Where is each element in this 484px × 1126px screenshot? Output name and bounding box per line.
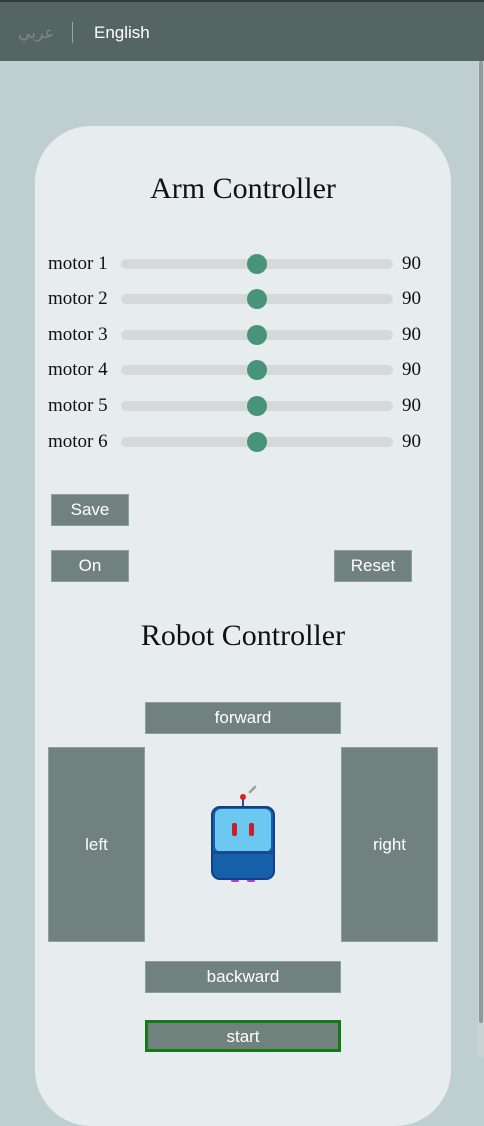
motor-row: motor 5 90 [48, 394, 428, 418]
motor-label: motor 3 [48, 324, 108, 345]
motor-slider[interactable] [121, 254, 393, 274]
arm-controller-title: Arm Controller [150, 172, 336, 205]
motor-value: 90 [402, 359, 421, 380]
motor-label: motor 5 [48, 395, 108, 416]
forward-button[interactable]: forward [145, 702, 341, 734]
slider-thumb[interactable] [247, 360, 267, 380]
motor-slider[interactable] [121, 396, 393, 416]
left-button[interactable]: left [48, 747, 145, 942]
lang-english-link[interactable]: English [94, 23, 150, 43]
scrollbar-thumb[interactable] [479, 61, 483, 1023]
motor-label: motor 4 [48, 359, 108, 380]
on-button[interactable]: On [51, 550, 129, 582]
motor-value: 90 [402, 431, 421, 452]
motor-value: 90 [402, 253, 421, 274]
lang-separator [72, 22, 73, 43]
motor-value: 90 [402, 288, 421, 309]
motor-row: motor 1 90 [48, 252, 428, 276]
slider-thumb[interactable] [247, 396, 267, 416]
slider-thumb[interactable] [247, 432, 267, 452]
robot-icon [211, 785, 275, 882]
motor-label: motor 2 [48, 288, 108, 309]
motor-row: motor 6 90 [48, 430, 428, 454]
robot-controller-title: Robot Controller [140, 619, 346, 652]
motor-row: motor 4 90 [48, 358, 428, 382]
motor-label: motor 6 [48, 431, 108, 452]
backward-button[interactable]: backward [145, 961, 341, 993]
motor-slider[interactable] [121, 432, 393, 452]
motor-slider[interactable] [121, 325, 393, 345]
start-button[interactable]: start [145, 1020, 341, 1052]
motor-value: 90 [402, 324, 421, 345]
reset-button[interactable]: Reset [334, 550, 412, 582]
slider-thumb[interactable] [247, 254, 267, 274]
top-bar: عربي English [0, 0, 484, 61]
motor-slider[interactable] [121, 289, 393, 309]
scrollbar[interactable] [478, 61, 484, 1057]
slider-thumb[interactable] [247, 325, 267, 345]
motor-row: motor 2 90 [48, 287, 428, 311]
slider-thumb[interactable] [247, 289, 267, 309]
motor-label: motor 1 [48, 253, 108, 274]
save-button[interactable]: Save [51, 494, 129, 526]
motor-slider[interactable] [121, 360, 393, 380]
lang-arabic-link[interactable]: عربي [18, 23, 54, 43]
motor-value: 90 [402, 395, 421, 416]
motor-row: motor 3 90 [48, 323, 428, 347]
controller-card: Arm Controller motor 1 90 motor 2 90 mot… [35, 126, 451, 1126]
right-button[interactable]: right [341, 747, 438, 942]
